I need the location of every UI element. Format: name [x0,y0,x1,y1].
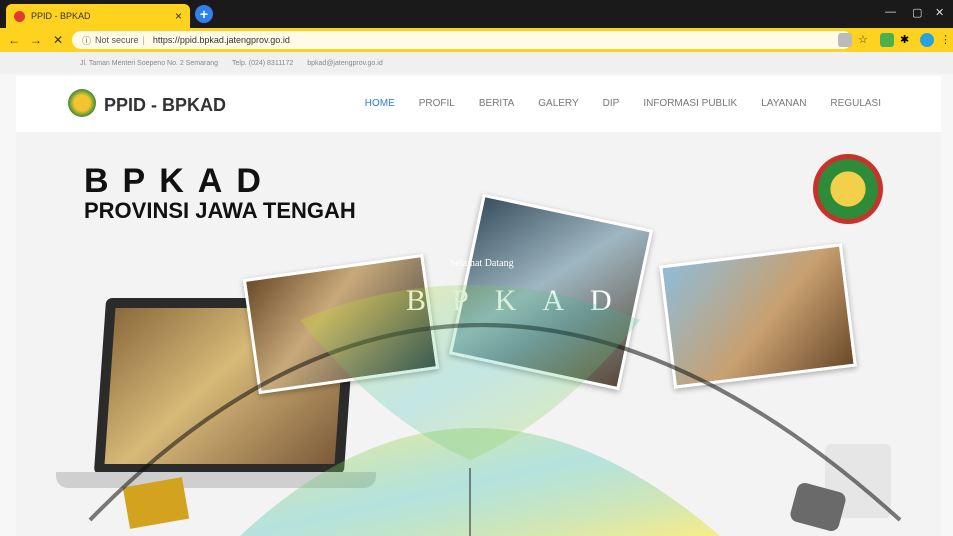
site-favicon-icon [14,10,25,22]
menu-layanan[interactable]: LAYANAN [761,98,806,109]
gold-rock-image [122,477,190,529]
browser-tab-bar: PPID - BPKAD × + — ▢ ✕ [0,0,953,28]
stop-icon[interactable]: ✕ [50,33,66,47]
tab-title: PPID - BPKAD [31,11,91,21]
event-photo-1 [242,253,440,395]
hero-banner: BPKAD PROVINSI JAWA TENGAH Selamat Datan… [16,132,941,536]
menu-informasi-publik[interactable]: INFORMASI PUBLIK [643,98,737,109]
site-navbar: PPID - BPKAD HOME PROFIL BERITA GALERY D… [16,76,941,132]
address-bar[interactable]: ⓘ Not secure | https://ppid.bpkad.jateng… [72,31,852,49]
menu-berita[interactable]: BERITA [479,98,514,109]
close-window-icon[interactable]: ✕ [935,6,944,19]
welcome-big-text: BPKAD [406,284,638,317]
back-icon[interactable]: ← [6,33,22,47]
email-text: bpkad@jatengprov.go.id [307,59,383,67]
address-text: Jl. Taman Menteri Soepeno No. 2 Semarang [80,59,219,67]
profile-avatar[interactable] [920,33,934,47]
close-tab-icon[interactable]: × [175,9,182,23]
web-page: Jl. Taman Menteri Soepeno No. 2 Semarang… [0,52,953,536]
welcome-text: Selamat Datang [450,258,514,269]
menu-dip[interactable]: DIP [603,98,620,109]
menu-profil[interactable]: PROFIL [419,98,455,109]
jateng-emblem [813,154,883,224]
new-tab-button[interactable]: + [195,5,213,23]
minimize-icon[interactable]: — [885,6,896,18]
laptop-base [56,472,376,488]
forward-icon[interactable]: → [28,33,44,47]
top-info-bar: Jl. Taman Menteri Soepeno No. 2 Semarang… [0,52,953,74]
phone-text: Telp. (024) 8311172 [232,59,294,67]
extension-icon[interactable] [880,33,894,47]
browser-tab[interactable]: PPID - BPKAD × [6,4,190,28]
maximize-icon[interactable]: ▢ [912,6,922,19]
translate-icon[interactable] [838,33,852,47]
bookmark-star-icon[interactable]: ☆ [858,33,872,47]
main-menu: HOME PROFIL BERITA GALERY DIP INFORMASI … [365,98,881,109]
site-brand[interactable]: PPID - BPKAD [104,95,226,116]
hero-title: BPKAD [84,162,275,200]
site-logo[interactable] [68,89,96,117]
menu-dots-icon[interactable]: ⋮ [940,33,953,47]
url-text: https://ppid.bpkad.jatengprov.go.id [152,35,290,45]
info-icon[interactable]: ⓘ [82,34,91,47]
browser-toolbar: ← → ✕ ⓘ Not secure | https://ppid.bpkad.… [0,28,953,52]
menu-home[interactable]: HOME [365,98,395,109]
url-divider: | [142,35,145,45]
puzzle-icon[interactable]: ✱ [900,33,914,47]
menu-galery[interactable]: GALERY [538,98,578,109]
hero-subtitle: PROVINSI JAWA TENGAH [84,198,356,223]
event-photo-3 [659,243,857,389]
menu-regulasi[interactable]: REGULASI [830,98,881,109]
security-label: Not secure [95,35,139,45]
